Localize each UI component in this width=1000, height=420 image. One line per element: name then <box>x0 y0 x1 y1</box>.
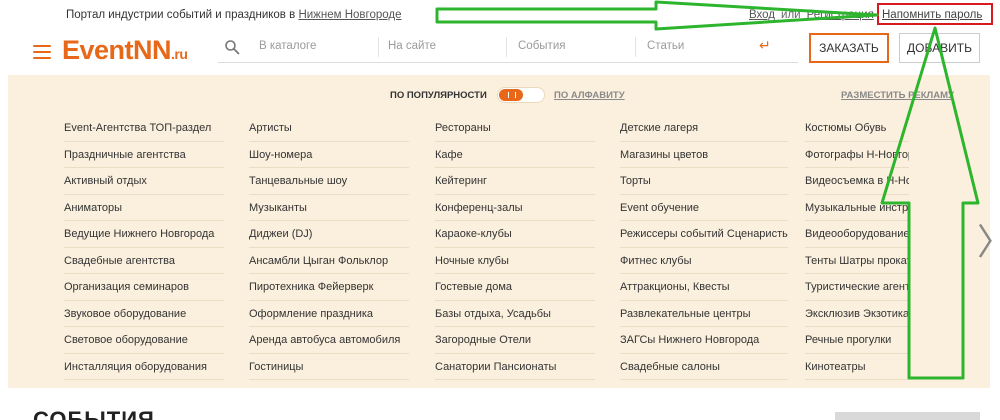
remind-password-highlight: Напомнить пароль <box>877 3 993 25</box>
catalog-link[interactable]: Свадебные салоны <box>620 354 788 380</box>
search-articles-input[interactable]: Статьи <box>647 40 684 52</box>
catalog-link[interactable]: Аренда автобуса автомобиля <box>249 327 409 354</box>
chevron-right-icon[interactable]: 〉 <box>977 213 1000 265</box>
sort-toggle[interactable] <box>497 87 545 103</box>
site-logo[interactable]: EventNN.ru <box>62 35 188 66</box>
search-divider <box>506 37 507 57</box>
search-divider <box>378 37 379 57</box>
catalog-link[interactable]: Видеосъемка в Н-Новгороде <box>805 168 909 195</box>
catalog-link[interactable]: Конференц-залы <box>435 195 595 221</box>
catalog-link[interactable]: Загородные Отели <box>435 327 595 354</box>
catalog-column-4: Детские лагеря Магазины цветов Торты Eve… <box>620 115 788 380</box>
catalog-link[interactable]: Фитнес клубы <box>620 248 788 274</box>
sort-popularity-label[interactable]: ПО ПОПУЛЯРНОСТИ <box>390 90 487 101</box>
enter-icon[interactable]: ↵ <box>759 37 771 54</box>
menu-icon[interactable] <box>33 45 51 59</box>
catalog-link[interactable]: ЗАГСы Нижнего Новгорода <box>620 327 788 354</box>
catalog-link[interactable]: Звуковое оборудование <box>64 301 224 327</box>
remind-password-link[interactable]: Напомнить пароль <box>882 9 982 21</box>
catalog-link[interactable]: Event обучение <box>620 195 788 221</box>
catalog-link[interactable]: Эксклюзив Экзотика <box>805 301 909 327</box>
catalog-link[interactable]: Диджеи (DJ) <box>249 221 409 248</box>
catalog-link[interactable]: Магазины цветов <box>620 142 788 168</box>
catalog-link[interactable]: Тенты Шатры прокат <box>805 248 909 274</box>
catalog-link[interactable]: Детские лагеря <box>620 115 788 142</box>
catalog-column-3: Рестораны Кафе Кейтеринг Конференц-залы … <box>435 115 595 380</box>
catalog-column-2: Артисты Шоу-номера Танцевальные шоу Музы… <box>249 115 409 380</box>
catalog-link[interactable]: Туристические агентства <box>805 274 909 301</box>
header: EventNN.ru В каталоге На сайте События С… <box>0 32 1000 68</box>
events-heading: СОБЫТИЯ <box>33 407 155 420</box>
search-divider <box>635 37 636 57</box>
register-link[interactable]: Регистрация <box>807 9 874 21</box>
logo-suffix: .ru <box>171 46 188 62</box>
top-bar: Портал индустрии событий и праздников в … <box>0 0 1000 32</box>
tagline-text: Портал индустрии событий и праздников в <box>66 9 296 21</box>
catalog-link[interactable]: Световое оборудование <box>64 327 224 354</box>
catalog-link[interactable]: Музыкальные инструменты <box>805 195 909 221</box>
catalog-link[interactable]: Ведущие Нижнего Новгорода <box>64 221 224 248</box>
catalog-link[interactable]: Кинотеатры <box>805 354 909 380</box>
catalog-panel: ПО ПОПУЛЯРНОСТИ ПО АЛФАВИТУ РАЗМЕСТИТЬ Р… <box>8 75 1000 388</box>
search-catalog-input[interactable]: В каталоге <box>259 40 316 52</box>
catalog-link[interactable]: Костюмы Обувь <box>805 115 909 142</box>
sort-bar: ПО ПОПУЛЯРНОСТИ ПО АЛФАВИТУ РАЗМЕСТИТЬ Р… <box>8 87 990 105</box>
catalog-link[interactable]: Аниматоры <box>64 195 224 221</box>
catalog-link[interactable]: Праздничные агентства <box>64 142 224 168</box>
catalog-link[interactable]: Инсталляция оборудования <box>64 354 224 380</box>
catalog-column-1: Event-Агентства ТОП-раздел Праздничные а… <box>64 115 224 380</box>
catalog-link[interactable]: Режиссеры событий Сценаристы <box>620 221 788 248</box>
catalog-link[interactable]: Event-Агентства ТОП-раздел <box>64 115 224 142</box>
catalog-link[interactable]: Санатории Пансионаты <box>435 354 595 380</box>
catalog-link[interactable]: Гостевые дома <box>435 274 595 301</box>
catalog-link[interactable]: Шоу-номера <box>249 142 409 168</box>
catalog-link[interactable]: Гостиницы <box>249 354 409 380</box>
catalog-link[interactable]: Торты <box>620 168 788 195</box>
toggle-knob <box>499 89 523 101</box>
catalog-link[interactable]: Свадебные агентства <box>64 248 224 274</box>
search-events-input[interactable]: События <box>518 40 565 52</box>
catalog-link[interactable]: Активный отдых <box>64 168 224 195</box>
catalog-link[interactable]: Аттракционы, Квесты <box>620 274 788 301</box>
catalog-link[interactable]: Ансамбли Цыган Фольклор <box>249 248 409 274</box>
logo-main: EventNN <box>62 35 172 65</box>
catalog-link[interactable]: Видеооборудование <box>805 221 909 248</box>
catalog-link[interactable]: Речные прогулки <box>805 327 909 354</box>
add-button[interactable]: ДОБАВИТЬ <box>899 33 980 63</box>
catalog-link[interactable]: Кейтеринг <box>435 168 595 195</box>
catalog-link[interactable]: Караоке-клубы <box>435 221 595 248</box>
catalog-column-5: Костюмы Обувь Фотографы Н-Новгорода Виде… <box>805 115 909 380</box>
login-link[interactable]: Вход <box>749 9 775 21</box>
catalog-link[interactable]: Оформление праздника <box>249 301 409 327</box>
catalog-link[interactable]: Базы отдыха, Усадьбы <box>435 301 595 327</box>
catalog-link[interactable]: Танцевальные шоу <box>249 168 409 195</box>
catalog-link[interactable]: Музыканты <box>249 195 409 221</box>
catalog-link[interactable]: Пиротехника Фейерверк <box>249 274 409 301</box>
catalog-link[interactable]: Фотографы Н-Новгорода <box>805 142 909 168</box>
catalog-link[interactable]: Развлекательные центры <box>620 301 788 327</box>
search-bar: В каталоге На сайте События Статьи ↵ <box>218 33 798 63</box>
catalog-link[interactable]: Рестораны <box>435 115 595 142</box>
catalog-link[interactable]: Организация семинаров <box>64 274 224 301</box>
site-tagline: Портал индустрии событий и праздников в … <box>66 9 402 21</box>
catalog-link[interactable]: Ночные клубы <box>435 248 595 274</box>
search-site-input[interactable]: На сайте <box>388 40 436 52</box>
catalog-link[interactable]: Кафе <box>435 142 595 168</box>
sort-alphabet-link[interactable]: ПО АЛФАВИТУ <box>554 90 625 101</box>
side-banner <box>835 412 980 420</box>
place-ad-link[interactable]: РАЗМЕСТИТЬ РЕКЛАМУ <box>841 90 954 101</box>
city-link[interactable]: Нижнем Новгороде <box>298 9 401 21</box>
page: Портал индустрии событий и праздников в … <box>0 0 1000 420</box>
catalog-link[interactable]: Артисты <box>249 115 409 142</box>
search-icon[interactable] <box>224 39 240 55</box>
order-button[interactable]: ЗАКАЗАТЬ <box>809 33 889 63</box>
auth-links: Вход или Регистрация <box>749 9 874 21</box>
auth-separator: или <box>781 9 801 21</box>
